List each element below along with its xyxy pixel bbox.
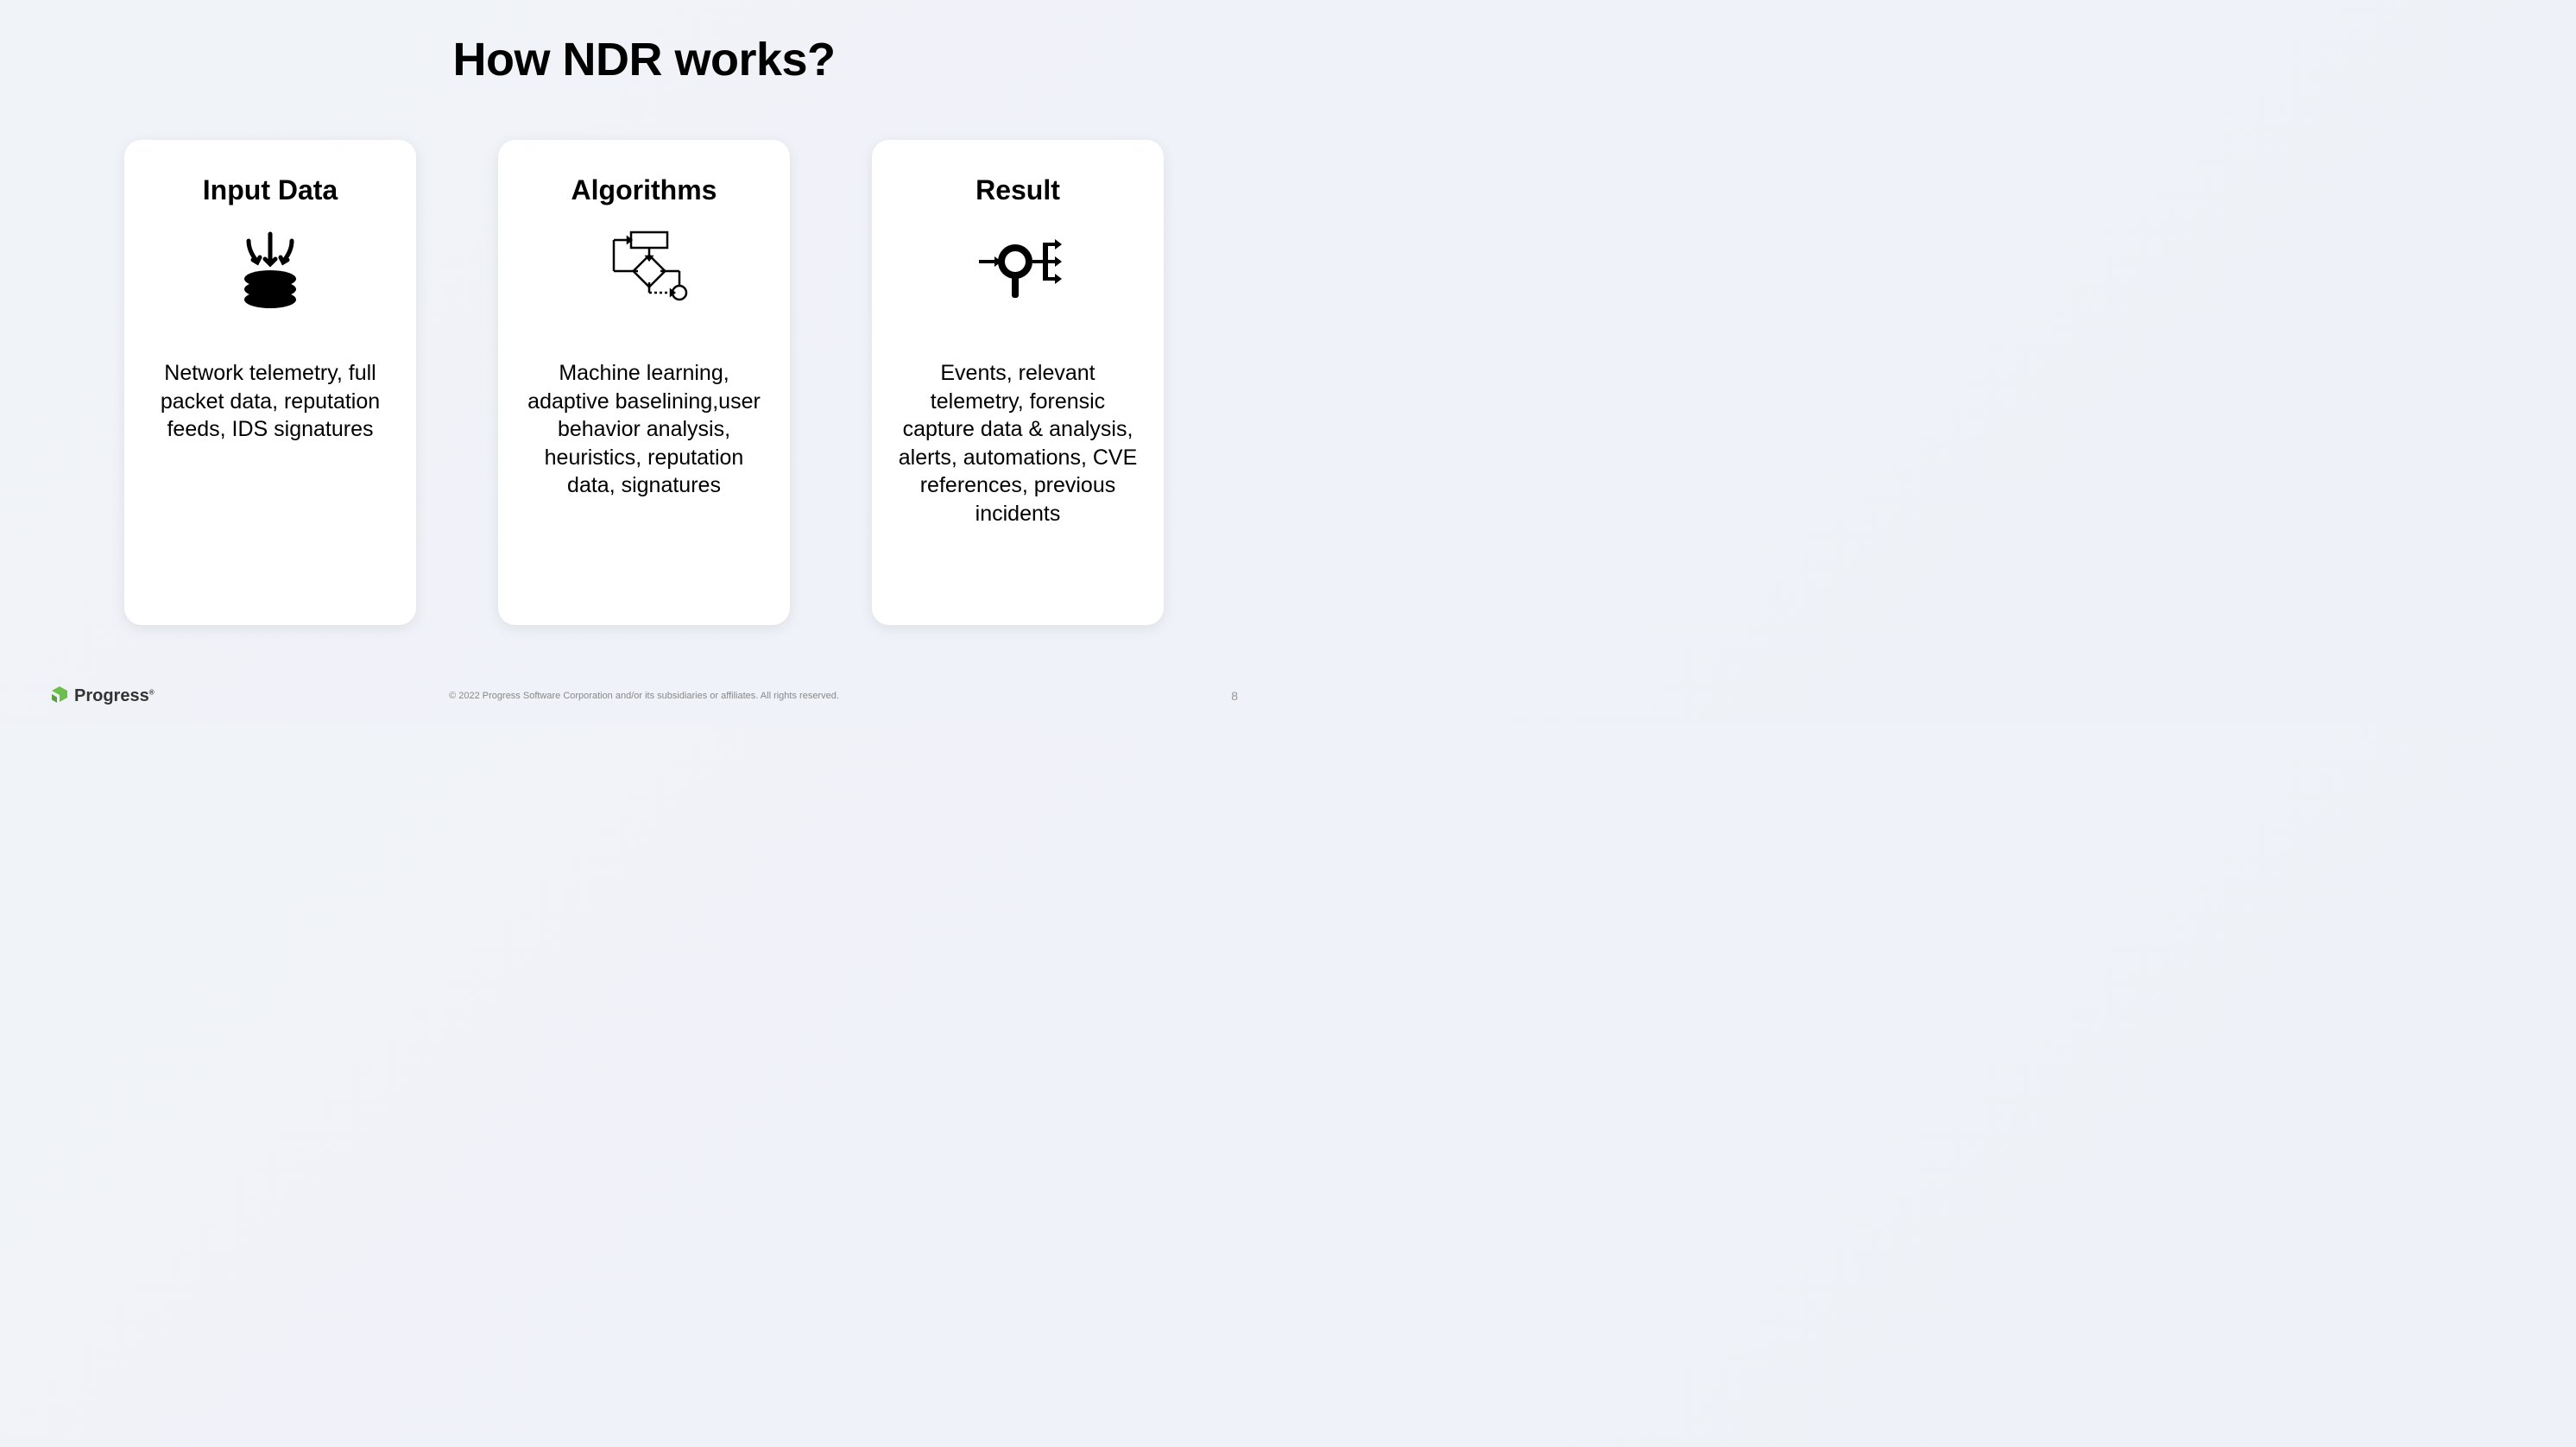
- copyright-text: © 2022 Progress Software Corporation and…: [449, 691, 839, 701]
- card-body: Network telemetry, full packet data, rep…: [150, 359, 390, 444]
- cards-container: Input Data Network telemetry, full packe…: [0, 140, 1288, 625]
- card-input-data: Input Data Network telemetry, full packe…: [124, 140, 416, 625]
- card-title: Result: [975, 174, 1060, 206]
- card-algorithms: Algorithms Machine learning, adaptive ba…: [498, 140, 790, 625]
- footer: Progress® © 2022 Progress Software Corpo…: [0, 686, 1288, 706]
- brand-logo: Progress®: [50, 686, 155, 706]
- search-branch-icon: [966, 225, 1070, 312]
- brand-name: Progress®: [74, 686, 155, 706]
- slide-title: How NDR works?: [0, 0, 1288, 86]
- page-number: 8: [1231, 689, 1238, 703]
- data-ingest-icon: [218, 225, 322, 312]
- flowchart-icon: [592, 225, 696, 312]
- card-title: Input Data: [203, 174, 338, 206]
- card-body: Machine learning, adaptive baselining,us…: [524, 359, 764, 500]
- card-title: Algorithms: [571, 174, 717, 206]
- progress-logo-icon: [50, 686, 69, 706]
- card-result: Result Events, relevant telemetry, foren…: [872, 140, 1164, 625]
- card-body: Events, relevant telemetry, forensic cap…: [898, 359, 1138, 528]
